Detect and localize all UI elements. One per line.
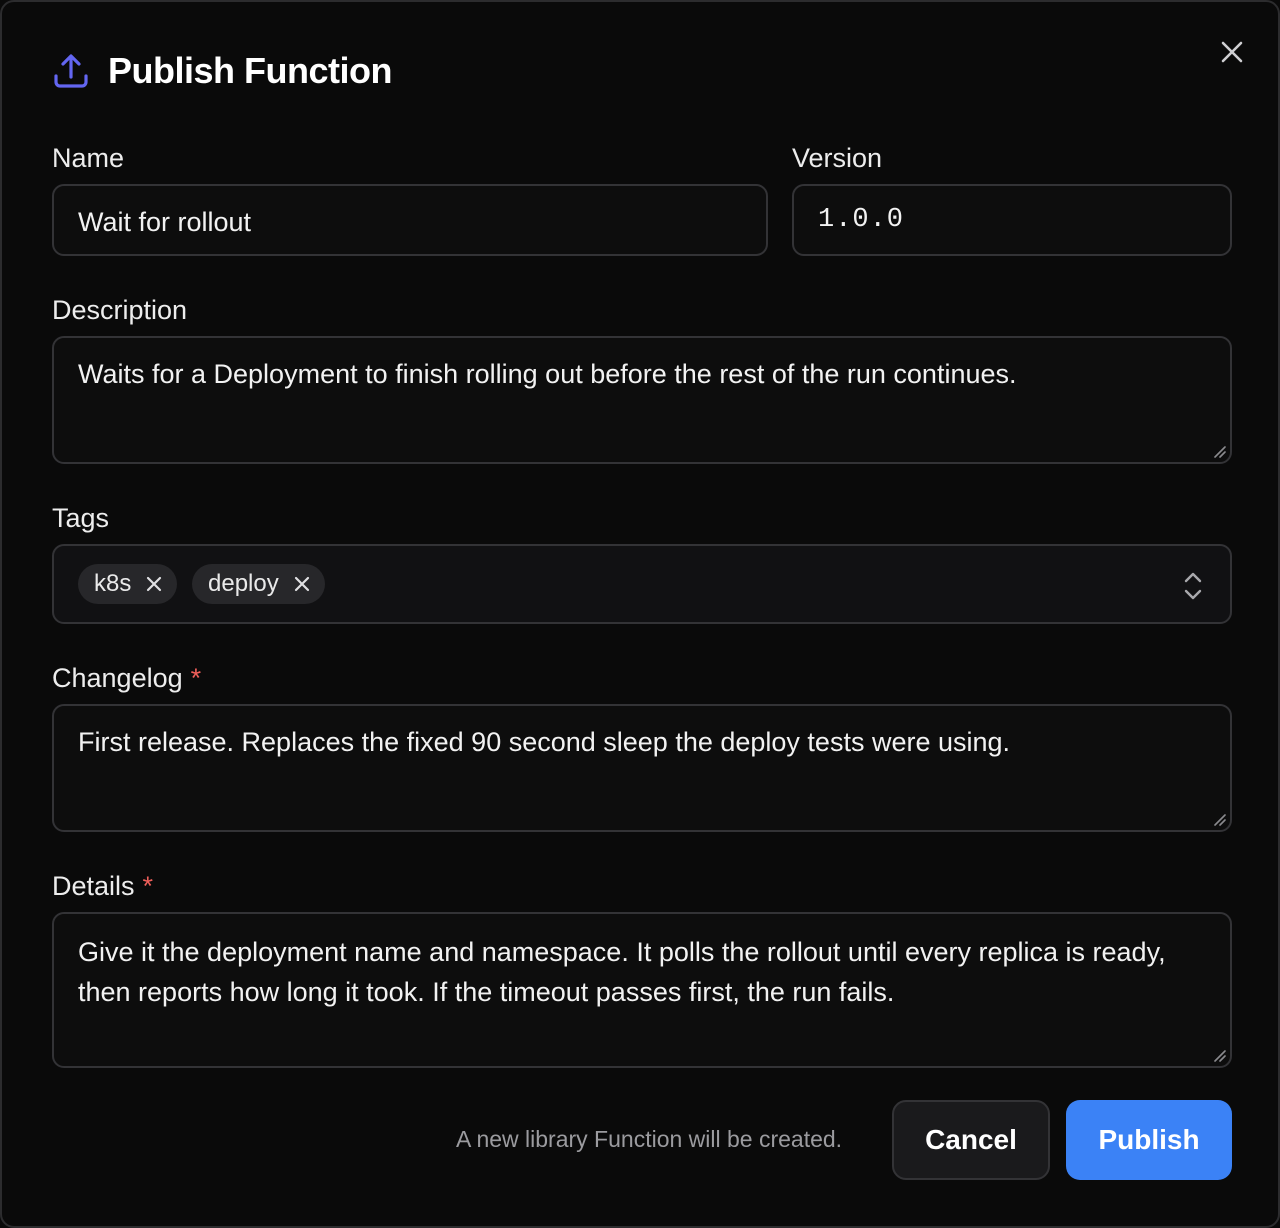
details-label: Details * — [52, 871, 153, 902]
details-line-2: then reports how long it took. If the ti… — [78, 977, 895, 1007]
description-textarea[interactable]: Waits for a Deployment to finish rolling… — [52, 336, 1232, 464]
tags-select[interactable]: k8s deploy — [52, 544, 1232, 624]
remove-tag-icon[interactable] — [293, 575, 311, 593]
changelog-value: First release. Replaces the fixed 90 sec… — [78, 727, 1011, 757]
upload-icon — [54, 54, 88, 88]
close-icon — [1221, 41, 1243, 63]
remove-tag-icon[interactable] — [145, 575, 163, 593]
tag-chip-label: deploy — [208, 570, 279, 597]
details-textarea[interactable]: Give it the deployment name and namespac… — [52, 912, 1232, 1068]
tag-chip-deploy: deploy — [192, 564, 325, 604]
close-button[interactable] — [1214, 34, 1250, 70]
resize-handle-icon[interactable] — [1212, 1048, 1226, 1062]
name-input[interactable]: Wait for rollout — [52, 184, 768, 256]
details-line-1: Give it the deployment name and namespac… — [78, 937, 1166, 967]
required-asterisk: * — [190, 663, 202, 693]
version-input[interactable]: 1.0.0 — [792, 184, 1232, 256]
cancel-button[interactable]: Cancel — [892, 1100, 1050, 1180]
description-value: Waits for a Deployment to finish rolling… — [78, 359, 1017, 389]
details-label-text: Details — [52, 871, 135, 901]
chevron-up-down-icon[interactable] — [1182, 570, 1204, 602]
footer-note: A new library Function will be created. — [456, 1126, 843, 1152]
version-input-value: 1.0.0 — [818, 205, 905, 235]
changelog-label: Changelog * — [52, 663, 201, 694]
resize-handle-icon[interactable] — [1212, 444, 1226, 458]
tag-chip-label: k8s — [94, 570, 132, 597]
changelog-label-text: Changelog — [52, 663, 183, 693]
tag-chip-k8s: k8s — [78, 564, 178, 604]
resize-handle-icon[interactable] — [1212, 812, 1226, 826]
description-label: Description — [52, 295, 188, 325]
tags-label: Tags — [52, 503, 110, 533]
name-input-value: Wait for rollout — [78, 207, 252, 237]
dialog-title: Publish Function — [108, 50, 392, 91]
publish-function-dialog: Publish Function Name Wait for rollout V… — [0, 0, 1280, 1228]
dialog-header: Publish Function — [52, 50, 392, 92]
version-label: Version — [792, 143, 883, 173]
name-label: Name — [52, 143, 125, 173]
changelog-textarea[interactable]: First release. Replaces the fixed 90 sec… — [52, 704, 1232, 832]
publish-button[interactable]: Publish — [1066, 1100, 1232, 1180]
required-asterisk: * — [142, 871, 154, 901]
